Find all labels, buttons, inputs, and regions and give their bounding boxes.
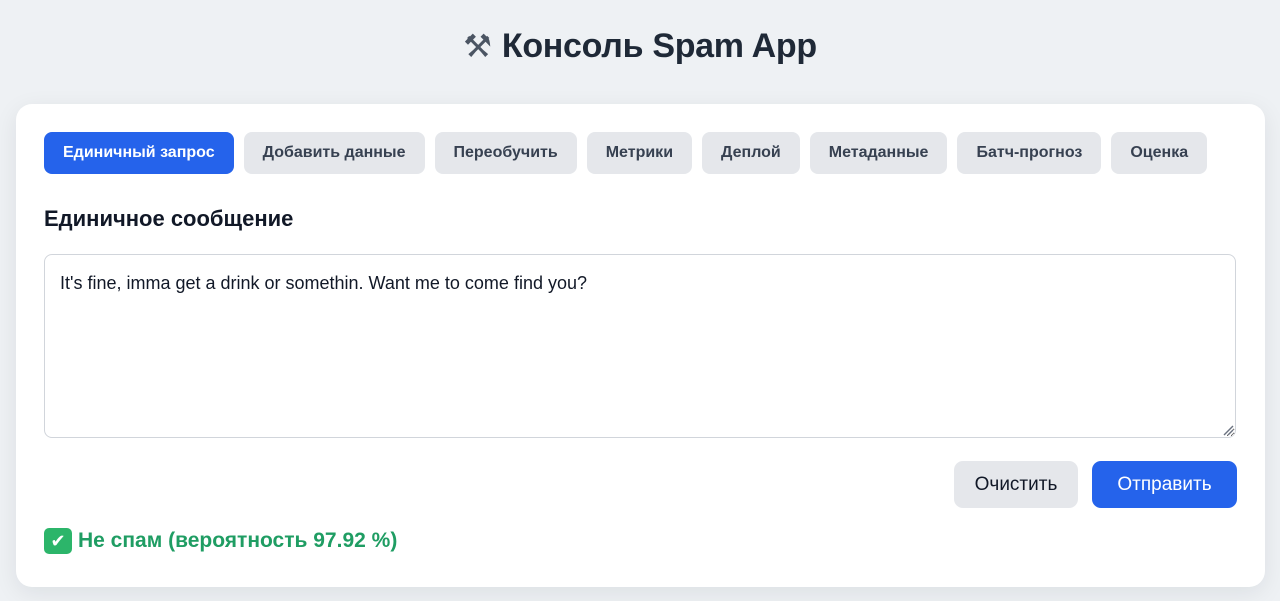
prediction-result: ✔ Не спам (вероятность 97.92 %)	[44, 528, 397, 554]
tab-deploy[interactable]: Деплой	[702, 132, 800, 174]
clear-button[interactable]: Очистить	[954, 461, 1078, 508]
resize-handle-icon[interactable]	[1222, 424, 1234, 436]
app-header: ⚒ Консоль Spam App	[0, 26, 1280, 66]
check-mark-icon: ✔	[44, 528, 72, 554]
action-bar: Очистить Отправить	[954, 461, 1237, 508]
tab-add-data[interactable]: Добавить данные	[243, 132, 425, 174]
tab-bar: Единичный запрос Добавить данные Переобу…	[44, 132, 1208, 174]
tab-retrain[interactable]: Переобучить	[434, 132, 577, 174]
tab-metrics[interactable]: Метрики	[586, 132, 693, 174]
prediction-text: Не спам (вероятность 97.92 %)	[78, 529, 398, 552]
message-input[interactable]: It's fine, imma get a drink or somethin.…	[44, 254, 1236, 438]
tab-evaluation[interactable]: Оценка	[1111, 132, 1208, 174]
section-title: Единичное сообщение	[44, 206, 294, 231]
tab-batch-predict[interactable]: Батч-прогноз	[957, 132, 1102, 174]
submit-button[interactable]: Отправить	[1092, 461, 1237, 508]
main-card: Единичный запрос Добавить данные Переобу…	[16, 104, 1265, 587]
tab-single-request[interactable]: Единичный запрос	[44, 132, 234, 174]
tab-metadata[interactable]: Метаданные	[809, 132, 948, 174]
hammer-and-wrench-icon: ⚒	[463, 27, 492, 65]
app-title: Консоль Spam App	[501, 27, 817, 65]
